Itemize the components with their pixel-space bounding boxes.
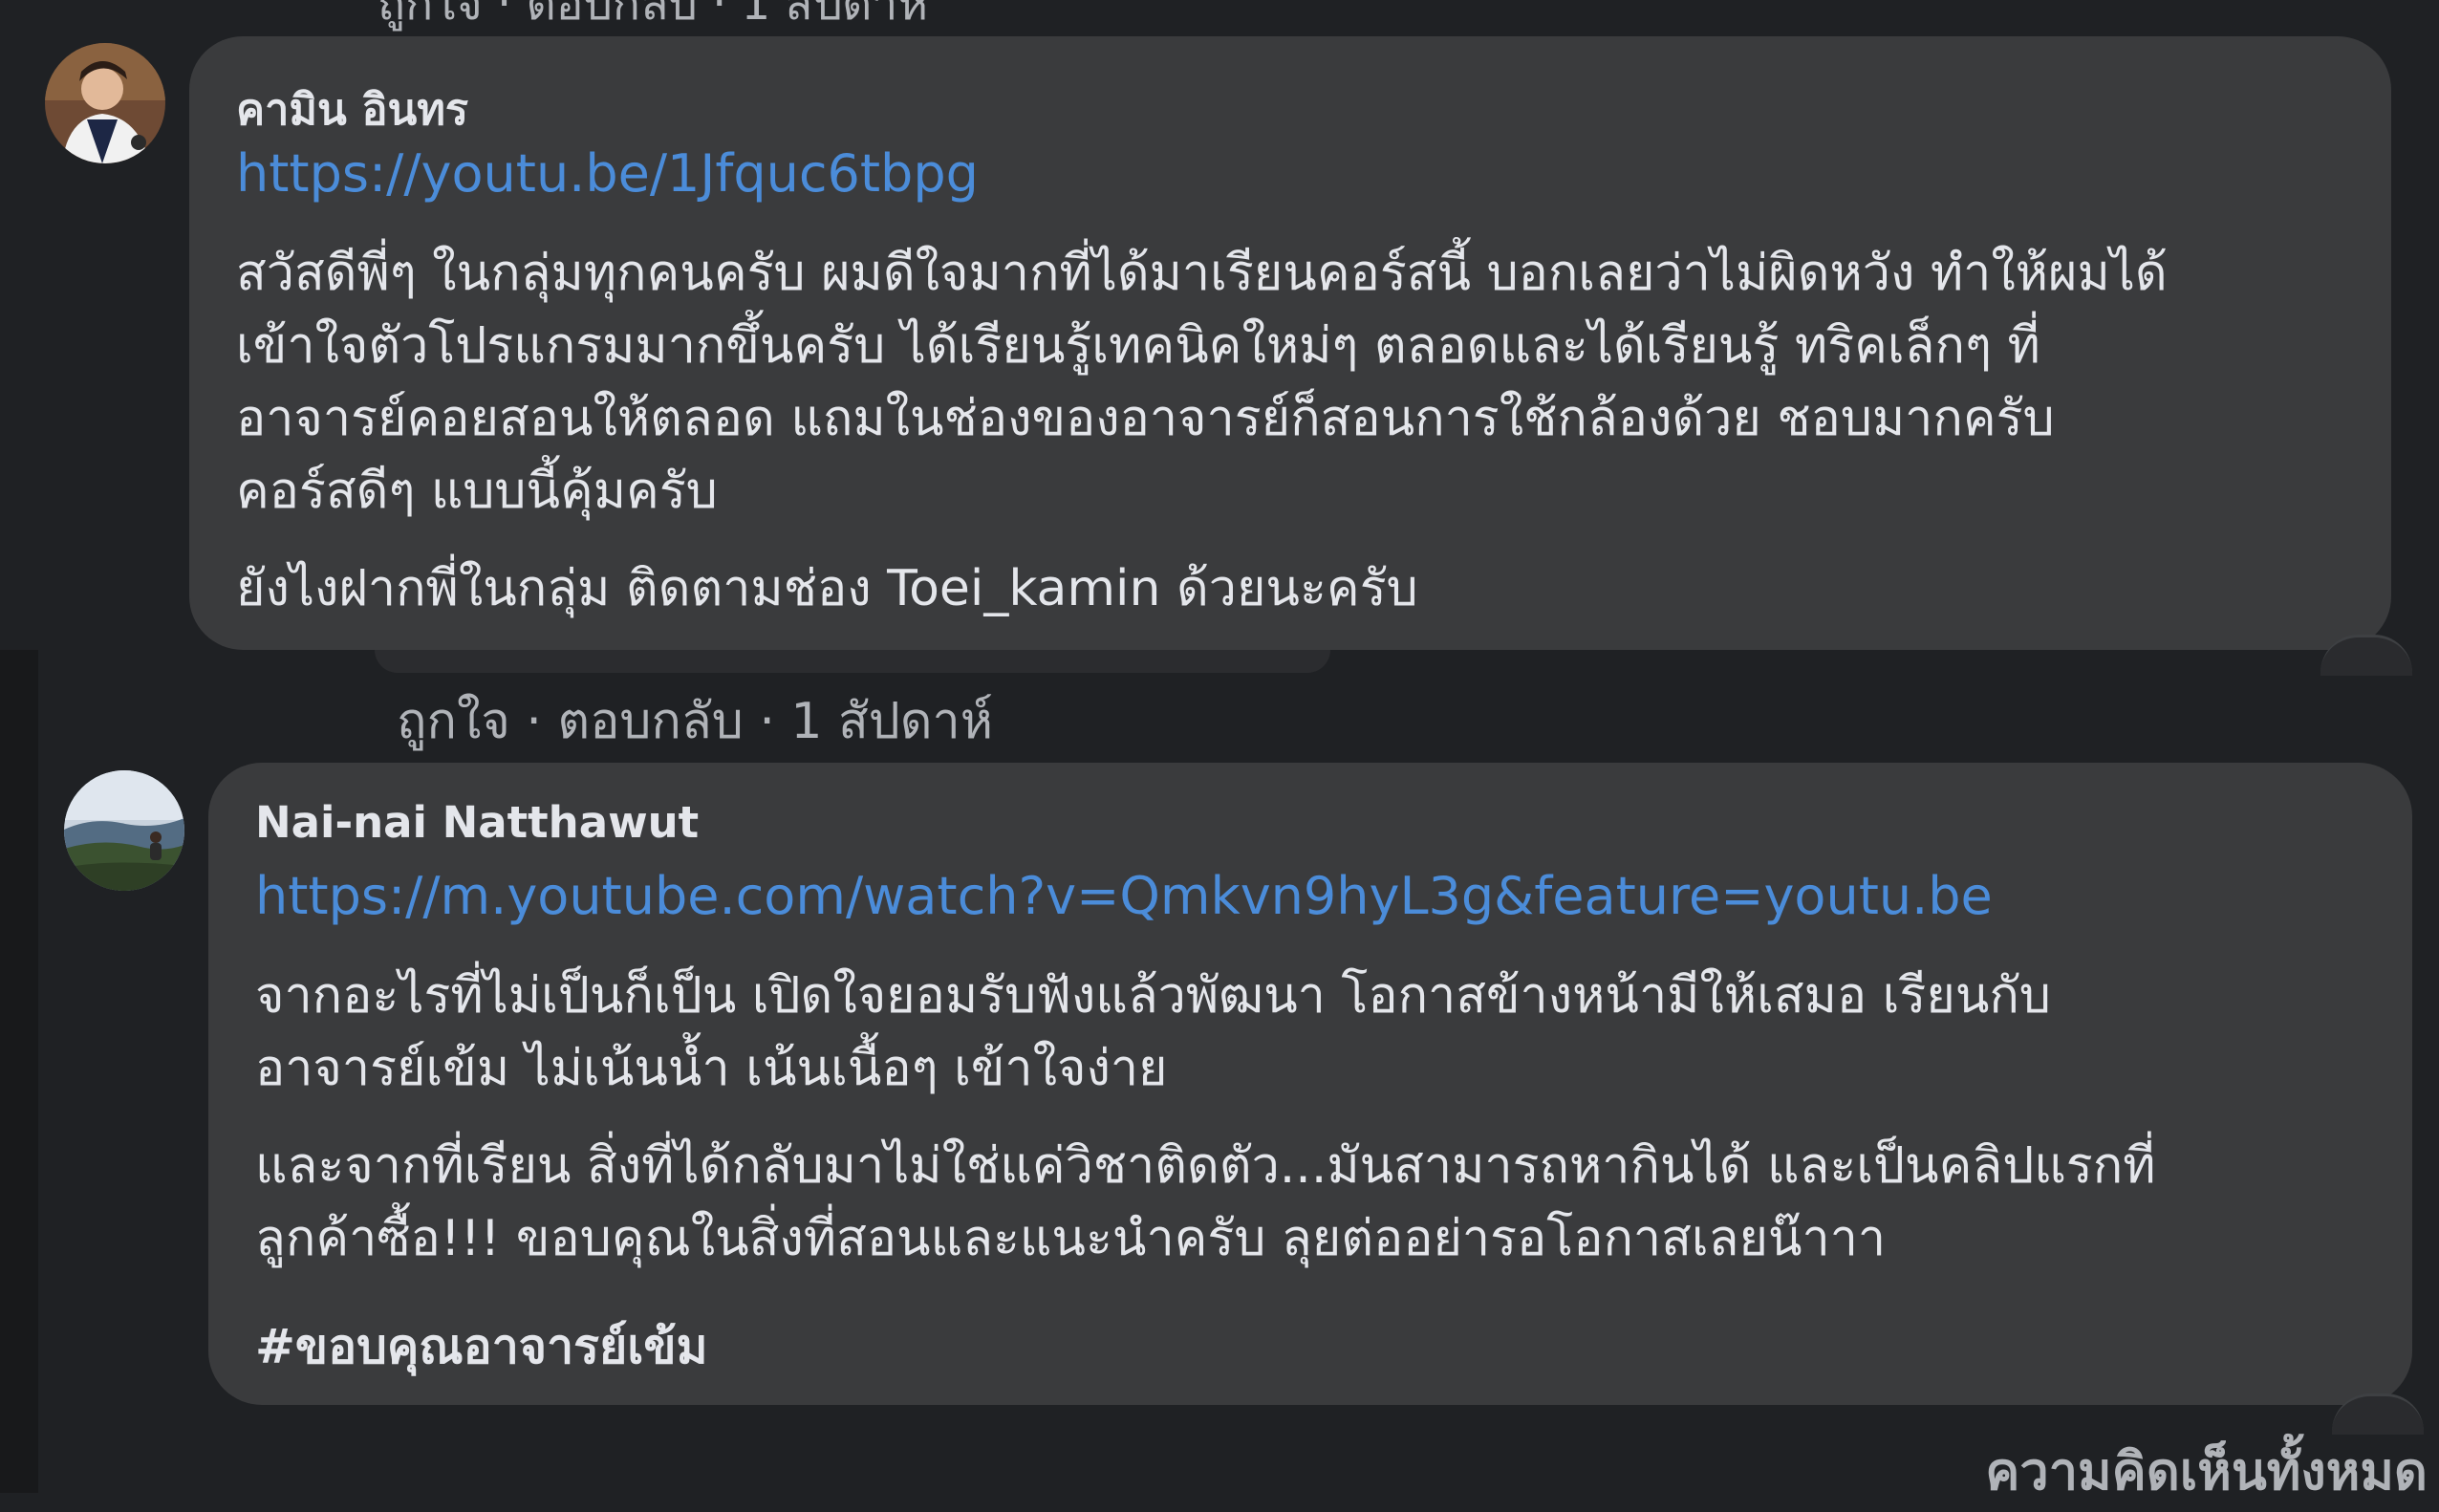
comment-line: สวัสดีพี่ๆ ในกลุ่มทุกคนครับ ผมดีใจมากที่… bbox=[236, 245, 2168, 302]
comment-line: จากอะไรที่ไม่เป็นก็เป็น เปิดใจยอมรับฟังแ… bbox=[255, 967, 2051, 1025]
view-all-comments-link[interactable]: ความคิดเห็นทั้งหมด bbox=[1985, 1430, 2428, 1512]
hashtag-link[interactable]: #ขอบคุณอาจารย์เข้ม bbox=[255, 1309, 708, 1385]
comment-line: เข้าใจตัวโปรแกรมมากขึ้นครับ ได้เรียนรู้เ… bbox=[236, 317, 2040, 375]
comment-line: อาจารย์เข้ม ไม่เน้นน้ำ เน้นเนื้อๆ เข้าใจ… bbox=[255, 1040, 1168, 1097]
separator-dot: · bbox=[526, 693, 558, 750]
reply-button[interactable]: ตอบกลับ bbox=[557, 693, 743, 750]
avatar[interactable] bbox=[64, 770, 184, 891]
comment-paragraph: จากอะไรที่ไม่เป็นก็เป็น เปิดใจยอมรับฟังแ… bbox=[255, 960, 2051, 1105]
comment-line: คอร์สดีๆ แบบนี้คุ้มครับ bbox=[236, 463, 718, 520]
comment-actions: ถูกใจ · ตอบกลับ · 1 สัปดาห์ bbox=[397, 680, 993, 760]
user-avatar-icon bbox=[64, 770, 184, 891]
comment-link[interactable]: https://m.youtube.com/watch?v=Qmkvn9hyL3… bbox=[255, 866, 1993, 926]
comment-author[interactable]: Nai-nai Natthawut bbox=[255, 797, 699, 848]
comment-paragraph: และจากที่เรียน สิ่งที่ได้กลับมาไม่ใช่แค่… bbox=[255, 1130, 2155, 1275]
comment-bubble: Nai-nai Natthawut https://m.youtube.com/… bbox=[208, 763, 2412, 1405]
comment-line: อาจารย์คอยสอนให้ตลอด แถมในช่องของอาจารย์… bbox=[236, 390, 2055, 447]
comment-link[interactable]: https://youtu.be/1Jfquc6tbpg bbox=[236, 143, 979, 204]
avatar[interactable] bbox=[45, 43, 165, 163]
comment-line: และจากที่เรียน สิ่งที่ได้กลับมาไม่ใช่แค่… bbox=[255, 1137, 2156, 1195]
left-rail bbox=[0, 650, 38, 1493]
previous-comment-actions: ถูกใจ · ตอบกลับ · 1 สัปดาห์ bbox=[378, 0, 928, 31]
comment-bubble: คามิน อินทร https://youtu.be/1Jfquc6tbpg… bbox=[189, 36, 2391, 650]
comment-line: ลูกค้าซื้อ!!! ขอบคุณในสิ่งที่สอนและแนะนำ… bbox=[255, 1210, 1887, 1267]
bubble-shadow bbox=[375, 650, 1330, 673]
timestamp[interactable]: 1 สัปดาห์ bbox=[790, 693, 993, 750]
comment-line: ยังไงฝากพี่ในกลุ่ม ติดตามช่อง Toei_kamin… bbox=[236, 560, 1418, 617]
user-avatar-icon bbox=[45, 43, 165, 163]
comment-author[interactable]: คามิน อินทร bbox=[236, 75, 468, 143]
comment-paragraph: สวัสดีพี่ๆ ในกลุ่มทุกคนครับ ผมดีใจมากที่… bbox=[236, 237, 2168, 528]
like-button[interactable]: ถูกใจ bbox=[397, 693, 510, 750]
separator-dot: · bbox=[759, 693, 791, 750]
comment-paragraph: ยังไงฝากพี่ในกลุ่ม ติดตามช่อง Toei_kamin… bbox=[236, 552, 1418, 625]
